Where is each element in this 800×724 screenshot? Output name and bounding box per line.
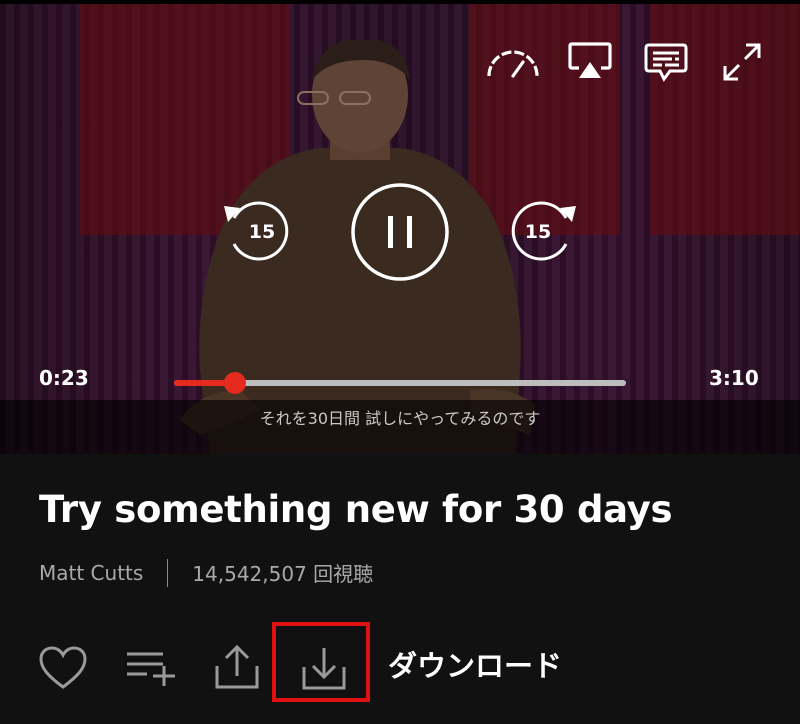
talk-meta: Matt Cutts 14,542,507 回視聴 xyxy=(39,558,373,587)
progress-track[interactable] xyxy=(174,372,626,394)
download-highlight-box xyxy=(272,622,370,702)
speaker-name[interactable]: Matt Cutts xyxy=(39,561,143,585)
skip-forward-seconds: 15 xyxy=(525,221,551,243)
like-button[interactable] xyxy=(38,646,88,694)
video-player[interactable]: 15 15 0:23 3:10 それを30日間 試しにやってみるのです xyxy=(0,0,800,454)
talk-title: Try something new for 30 days xyxy=(39,488,673,531)
duration-time: 3:10 xyxy=(709,366,759,390)
airplay-icon[interactable] xyxy=(567,40,613,82)
add-to-playlist-button[interactable] xyxy=(125,650,177,690)
meta-divider xyxy=(167,558,169,587)
current-time: 0:23 xyxy=(39,366,89,390)
captions-icon[interactable] xyxy=(644,42,688,82)
pause-icon xyxy=(388,216,412,248)
speed-gauge-icon[interactable] xyxy=(485,44,541,80)
add-to-playlist-icon xyxy=(127,652,175,686)
caption-text: それを30日間 試しにやってみるのです xyxy=(259,409,541,428)
fullscreen-expand-icon[interactable] xyxy=(722,42,762,82)
share-icon xyxy=(215,644,259,689)
download-annotation-label: ダウンロード xyxy=(388,649,563,683)
skip-back-seconds: 15 xyxy=(249,221,275,243)
heart-icon xyxy=(39,646,87,689)
view-count: 14,542,507 回視聴 xyxy=(192,562,374,586)
skip-back-button[interactable]: 15 xyxy=(220,196,296,266)
progress-scrubber[interactable] xyxy=(224,372,247,394)
share-button[interactable] xyxy=(214,644,260,694)
pause-button[interactable] xyxy=(350,182,450,282)
skip-forward-button[interactable]: 15 xyxy=(504,196,580,266)
status-bar-edge xyxy=(0,0,800,4)
